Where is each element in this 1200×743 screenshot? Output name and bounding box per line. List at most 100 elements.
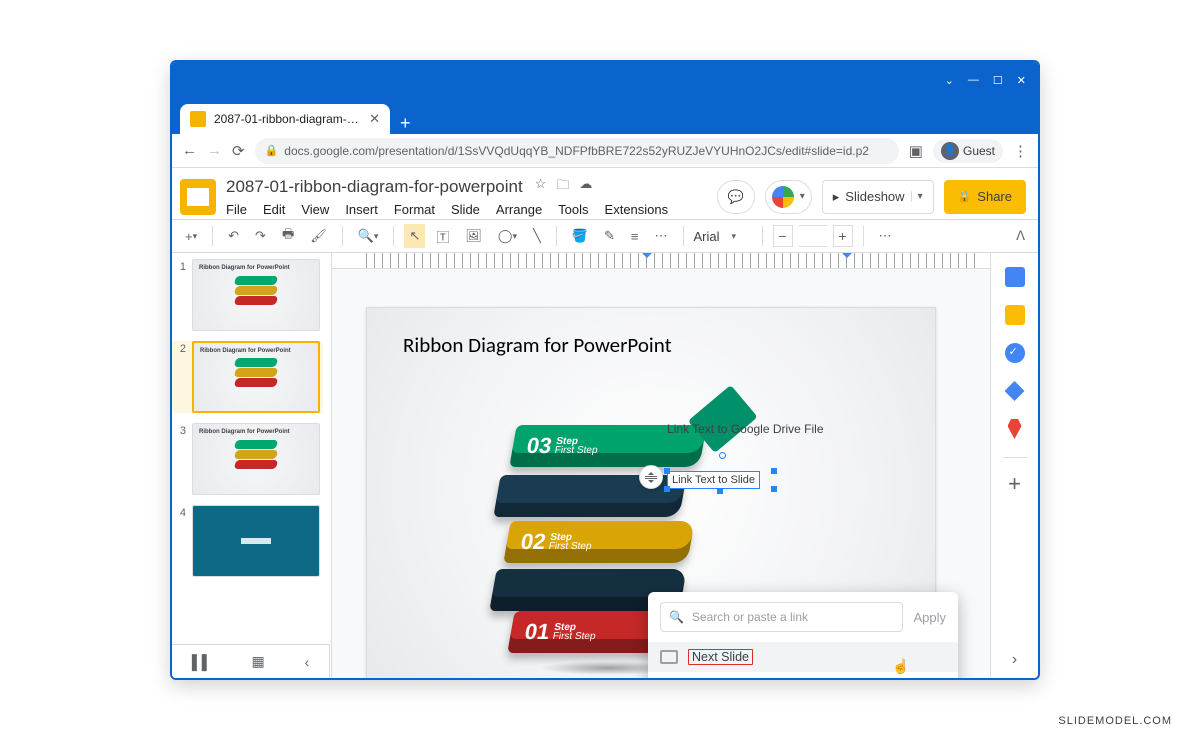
move-icon[interactable]: 🗀 <box>556 176 569 198</box>
undo-button[interactable]: ↶ <box>223 224 244 248</box>
collapse-filmstrip-icon[interactable]: ‹ <box>304 654 309 670</box>
column-handle-icon[interactable] <box>639 465 663 489</box>
zoom-button[interactable]: 🔍 ▾ <box>353 224 384 248</box>
ruler-indent-left[interactable] <box>642 253 652 263</box>
fill-color-button[interactable]: 🪣 <box>567 224 593 248</box>
document-title[interactable]: 2087-01-ribbon-diagram-for-powerpoint <box>226 177 523 197</box>
comments-button[interactable]: 💬 <box>717 180 755 214</box>
grid-view-icon[interactable]: ▦ <box>251 653 264 670</box>
menu-tools[interactable]: Tools <box>558 202 588 217</box>
font-size-increase[interactable]: + <box>833 225 853 247</box>
link-option-first-slide[interactable]: First Slide <box>648 672 958 680</box>
textbox-tool[interactable]: 🅃 <box>431 223 454 250</box>
contacts-icon[interactable] <box>1005 381 1025 401</box>
link-search-input[interactable]: 🔍 Search or paste a link <box>660 602 903 632</box>
reading-list-icon[interactable]: ▣ <box>909 142 923 160</box>
slides-logo-icon[interactable] <box>180 179 216 215</box>
menu-insert[interactable]: Insert <box>345 202 378 217</box>
horizontal-ruler <box>332 253 990 269</box>
ruler-indent-right[interactable] <box>842 253 852 263</box>
print-button[interactable]: 🖶 <box>277 221 299 251</box>
more-tools-button[interactable]: ⋯ <box>874 224 897 248</box>
meet-icon <box>772 186 794 208</box>
reload-button[interactable]: ⟳ <box>232 142 245 160</box>
back-button[interactable]: ← <box>182 142 197 159</box>
forward-button[interactable]: → <box>207 142 222 159</box>
link-textbox-1[interactable]: Link Text to Google Drive File <box>667 422 824 436</box>
slideshow-label: Slideshow <box>845 189 904 204</box>
slide-thumbnail-3[interactable]: Ribbon Diagram for PowerPoint <box>192 423 320 495</box>
font-selector[interactable]: Arial▾ <box>694 229 752 244</box>
maximize-button[interactable]: ☐ <box>993 74 1003 87</box>
url-text: docs.google.com/presentation/d/1SsVVQdUq… <box>284 144 869 158</box>
lock-icon: 🔒 <box>265 144 279 157</box>
share-label: Share <box>977 189 1012 204</box>
thumb-number: 2 <box>176 341 186 413</box>
star-icon[interactable]: ☆ <box>535 176 547 198</box>
profile-button[interactable]: 👤 Guest <box>933 139 1003 163</box>
border-color-button[interactable]: ✎ <box>599 224 620 248</box>
menu-arrange[interactable]: Arrange <box>496 202 542 217</box>
border-dash-button[interactable]: ⋯ <box>650 224 673 248</box>
keep-icon[interactable] <box>1005 305 1025 325</box>
browser-menu-icon[interactable]: ⋮ <box>1013 142 1028 160</box>
select-tool[interactable]: ↖ <box>404 224 425 248</box>
slide-icon <box>660 650 678 664</box>
redo-button[interactable]: ↷ <box>250 224 271 248</box>
collapse-toolbar-button[interactable]: ᐱ <box>1011 224 1030 248</box>
font-size-decrease[interactable]: − <box>773 225 793 247</box>
window-menu-icon[interactable]: ⌄ <box>945 74 954 87</box>
slide-thumbnail-4[interactable] <box>192 505 320 577</box>
image-tool[interactable]: 🖼 <box>460 224 487 248</box>
line-tool[interactable]: ╲ <box>528 224 546 248</box>
addons-button[interactable]: + <box>1008 476 1021 496</box>
filmstrip-view-icon[interactable]: ▌▌ <box>192 654 212 670</box>
slide-title[interactable]: Ribbon Diagram for PowerPoint <box>403 332 672 358</box>
slideshow-caret-icon[interactable]: ▾ <box>911 191 923 202</box>
meet-button[interactable]: ▾ <box>765 180 812 214</box>
share-button[interactable]: 🔒 Share <box>944 180 1026 214</box>
address-bar[interactable]: 🔒 docs.google.com/presentation/d/1SsVVQd… <box>255 138 899 164</box>
browser-tab[interactable]: 2087-01-ribbon-diagram-for-po ✕ <box>180 104 390 134</box>
paint-format-button[interactable]: 🖌 <box>305 224 332 248</box>
new-tab-button[interactable]: + <box>390 113 421 134</box>
toolbar: + ▾ ↶ ↷ 🖶 🖌 🔍 ▾ ↖ 🅃 🖼 ◯▾ ╲ 🪣 ✎ ≡ ⋯ Arial… <box>172 219 1038 253</box>
menu-view[interactable]: View <box>301 202 329 217</box>
cursor-icon: ☝ <box>892 658 909 675</box>
filmstrip[interactable]: 1 Ribbon Diagram for PowerPoint 2 Ribbon… <box>172 253 332 679</box>
close-window-button[interactable]: ✕ <box>1017 74 1026 87</box>
close-tab-icon[interactable]: ✕ <box>369 111 380 127</box>
minimize-button[interactable]: — <box>968 74 979 86</box>
browser-window: ⌄ — ☐ ✕ 2087-01-ribbon-diagram-for-po ✕ … <box>170 60 1040 680</box>
ribbon-step-2[interactable]: 02StepFirst Step <box>503 521 694 563</box>
menu-file[interactable]: File <box>226 202 247 217</box>
cloud-status-icon[interactable]: ☁ <box>579 176 592 198</box>
menu-edit[interactable]: Edit <box>263 202 285 217</box>
rotation-handle[interactable] <box>719 452 726 459</box>
calendar-icon[interactable] <box>1005 267 1025 287</box>
new-slide-button[interactable]: + ▾ <box>180 225 202 248</box>
slideshow-button[interactable]: ▸ Slideshow ▾ <box>822 180 934 214</box>
menu-format[interactable]: Format <box>394 202 435 217</box>
menu-extensions[interactable]: Extensions <box>605 202 669 217</box>
selection-handle[interactable] <box>771 468 777 474</box>
menu-slide[interactable]: Slide <box>451 202 480 217</box>
link-option-next-slide[interactable]: Next Slide <box>648 642 958 672</box>
link-textbox-2-selected[interactable]: Link Text to Slide <box>667 471 760 489</box>
selection-handle[interactable] <box>771 486 777 492</box>
selection-handle[interactable] <box>717 488 723 494</box>
window-titlebar: ⌄ — ☐ ✕ <box>172 62 1038 98</box>
selection-handle[interactable] <box>664 486 670 492</box>
slide-thumbnail-1[interactable]: Ribbon Diagram for PowerPoint <box>192 259 320 331</box>
slide-thumbnail-2[interactable]: Ribbon Diagram for PowerPoint <box>192 341 320 413</box>
selection-handle[interactable] <box>664 468 670 474</box>
thumb-number: 1 <box>176 259 186 331</box>
shape-tool[interactable]: ◯▾ <box>493 224 522 248</box>
maps-icon[interactable] <box>1008 419 1022 439</box>
hide-sidepanel-button[interactable]: › <box>1012 651 1017 669</box>
font-size-input[interactable] <box>799 225 827 247</box>
tasks-icon[interactable] <box>1005 343 1025 363</box>
favicon-icon <box>190 111 206 127</box>
apply-button[interactable]: Apply <box>913 610 946 625</box>
border-weight-button[interactable]: ≡ <box>626 225 644 248</box>
